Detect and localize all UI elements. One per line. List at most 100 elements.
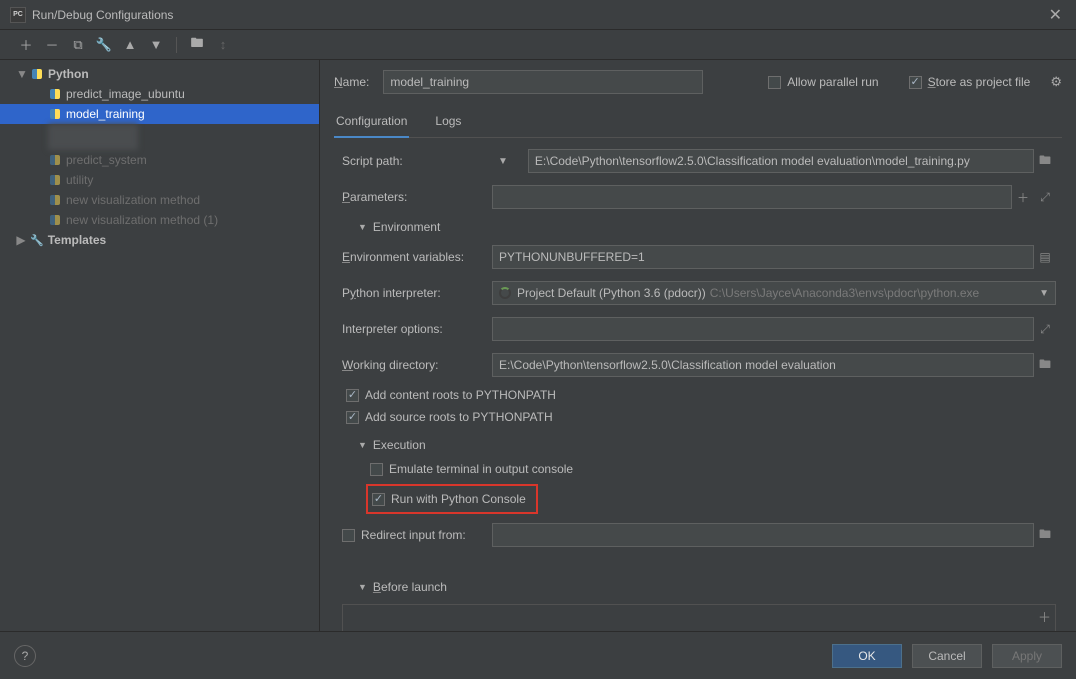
checkbox-label: Add content roots to PYTHONPATH (365, 388, 556, 402)
ok-button[interactable]: OK (832, 644, 902, 668)
tab-logs[interactable]: Logs (433, 108, 463, 137)
copy-config-icon[interactable]: ⧉ (70, 37, 86, 53)
interpreter-value: Project Default (Python 3.6 (pdocr)) (517, 286, 706, 300)
dropdown-icon[interactable]: ▼ (498, 156, 508, 167)
add-config-icon[interactable]: ＋ (18, 37, 34, 53)
expand-icon[interactable]: ⤢ (1034, 318, 1056, 340)
name-row: NName:ame: Allow parallel run Store as p… (334, 70, 1062, 94)
checkbox-label: Add source roots to PYTHONPATH (365, 410, 553, 424)
list-icon[interactable]: ▤ (1034, 246, 1056, 268)
name-input[interactable] (383, 70, 703, 94)
collapse-arrow-icon: ▼ (358, 582, 367, 592)
tab-configuration[interactable]: Configuration (334, 108, 409, 138)
browse-folder-icon[interactable]: 🖿 (1034, 524, 1056, 546)
tree-item-label: predict_image_ubuntu (66, 87, 185, 101)
config-panel: NName:ame: Allow parallel run Store as p… (320, 60, 1076, 631)
before-launch-list[interactable]: ＋ － (342, 604, 1056, 631)
spinner-icon (499, 287, 511, 299)
move-up-icon[interactable]: ▲ (122, 37, 138, 53)
tree-templates[interactable]: ▶ 🔧 Templates (0, 230, 319, 250)
checkbox-icon (342, 529, 355, 542)
workdir-label: Working directory: (342, 358, 492, 372)
python-icon (48, 215, 62, 225)
gear-icon[interactable]: ⚙ (1050, 74, 1062, 90)
move-down-icon[interactable]: ▼ (148, 37, 164, 53)
add-task-icon[interactable]: ＋ (1038, 607, 1051, 626)
remove-config-icon[interactable]: － (44, 37, 60, 53)
tree-item-nvm-1[interactable]: new visualization method (1) (0, 210, 319, 230)
add-icon[interactable]: ＋ (1012, 186, 1034, 208)
expand-icon[interactable]: ⤢ (1034, 186, 1056, 208)
section-environment[interactable]: ▼ Environment (358, 220, 1056, 234)
browse-folder-icon[interactable]: 🖿 (1034, 354, 1056, 376)
cancel-button[interactable]: Cancel (912, 644, 982, 668)
app-icon: PC (10, 7, 26, 23)
tree-item-predict-system[interactable]: predict_system (0, 150, 319, 170)
script-path-input[interactable] (528, 149, 1034, 173)
redirect-input-checkbox[interactable]: Redirect input from: (342, 528, 492, 542)
store-as-file-checkbox[interactable]: Store as project file Store as project f… (909, 75, 1031, 89)
interp-opts-input[interactable] (492, 317, 1034, 341)
parameters-label: Parameters: (342, 190, 492, 204)
expand-arrow-icon[interactable]: ▼ (16, 67, 26, 81)
expand-arrow-icon[interactable]: ▶ (16, 233, 26, 247)
highlighted-option: Run with Python Console (366, 484, 538, 514)
name-label: NName:ame: (334, 75, 369, 89)
checkbox-label: Emulate terminal in output console (389, 462, 573, 476)
checkbox-label: Run with Python Console (391, 492, 526, 506)
form-area: Script path: ▼ 🖿 Parameters: Parameters:… (334, 148, 1062, 631)
tabs: Configuration Logs (334, 108, 1062, 138)
checkbox-icon (346, 411, 359, 424)
row-env-vars: Environment variables: Environment varia… (342, 244, 1056, 270)
allow-parallel-checkbox[interactable]: Allow parallel run (768, 75, 878, 89)
checkbox-icon (370, 463, 383, 476)
row-redirect-input: Redirect input from: 🖿 (342, 522, 1056, 548)
browse-folder-icon[interactable]: 🖿 (1034, 150, 1056, 172)
dropdown-icon[interactable]: ▼ (1039, 288, 1049, 299)
wrench-icon: 🔧 (30, 234, 44, 247)
add-source-roots-checkbox[interactable]: Add source roots to PYTHONPATH (346, 410, 1056, 424)
env-vars-input[interactable] (492, 245, 1034, 269)
tree-item-label: model_training (66, 107, 145, 121)
help-icon[interactable]: ? (14, 645, 36, 667)
row-interpreter: Python interpreter: Python interpreter: … (342, 280, 1056, 306)
tree-item-model-training[interactable]: model_training (0, 104, 319, 124)
run-with-console-checkbox[interactable]: Run with Python Console (368, 488, 530, 510)
tree-python-group[interactable]: ▼ Python (0, 64, 319, 84)
section-before-launch[interactable]: ▼ Before launch Before launch (358, 580, 1056, 594)
checkbox-label: Allow parallel run (787, 75, 878, 89)
tree-item-label: utility (66, 173, 93, 187)
interpreter-path: C:\Users\Jayce\Anaconda3\envs\pdocr\pyth… (710, 286, 979, 300)
workdir-input[interactable] (492, 353, 1034, 377)
sort-icon[interactable]: ↕ (215, 37, 231, 53)
close-icon[interactable]: ✕ (1045, 5, 1066, 25)
redirect-input-field[interactable] (492, 523, 1034, 547)
tree-group-label: Python (48, 67, 89, 81)
tree-item-nvm[interactable]: new visualization method (0, 190, 319, 210)
apply-button[interactable]: Apply (992, 644, 1062, 668)
tree-templates-label: Templates (48, 233, 106, 247)
tree-item-utility[interactable]: utility (0, 170, 319, 190)
script-path-label: Script path: (342, 154, 492, 168)
tree-item-label: predict_system (66, 153, 147, 167)
config-tree: ▼ Python predict_image_ubuntu model_trai… (0, 60, 320, 631)
section-execution[interactable]: ▼ Execution (358, 438, 1056, 452)
section-label: Before launch (373, 580, 447, 594)
env-vars-label: Environment variables: (342, 250, 492, 264)
checkbox-label: Redirect input from: (361, 528, 466, 542)
row-script-path: Script path: ▼ 🖿 (342, 148, 1056, 174)
tree-item-predict-image[interactable]: predict_image_ubuntu (0, 84, 319, 104)
edit-config-icon[interactable]: 🔧 (96, 37, 112, 53)
parameters-input[interactable] (492, 185, 1012, 209)
folder-icon[interactable]: 🖿 (189, 37, 205, 53)
tree-item-label: new visualization method (66, 193, 200, 207)
checkbox-icon (372, 493, 385, 506)
python-icon (30, 69, 44, 79)
section-label: Environment (373, 220, 440, 234)
remove-task-icon[interactable]: － (1038, 628, 1051, 631)
emulate-terminal-checkbox[interactable]: Emulate terminal in output console (370, 462, 1056, 476)
interpreter-label: Python interpreter: (342, 286, 492, 300)
interp-opts-label: Interpreter options: (342, 322, 492, 336)
add-content-roots-checkbox[interactable]: Add content roots to PYTHONPATH (346, 388, 1056, 402)
checkbox-icon (768, 76, 781, 89)
